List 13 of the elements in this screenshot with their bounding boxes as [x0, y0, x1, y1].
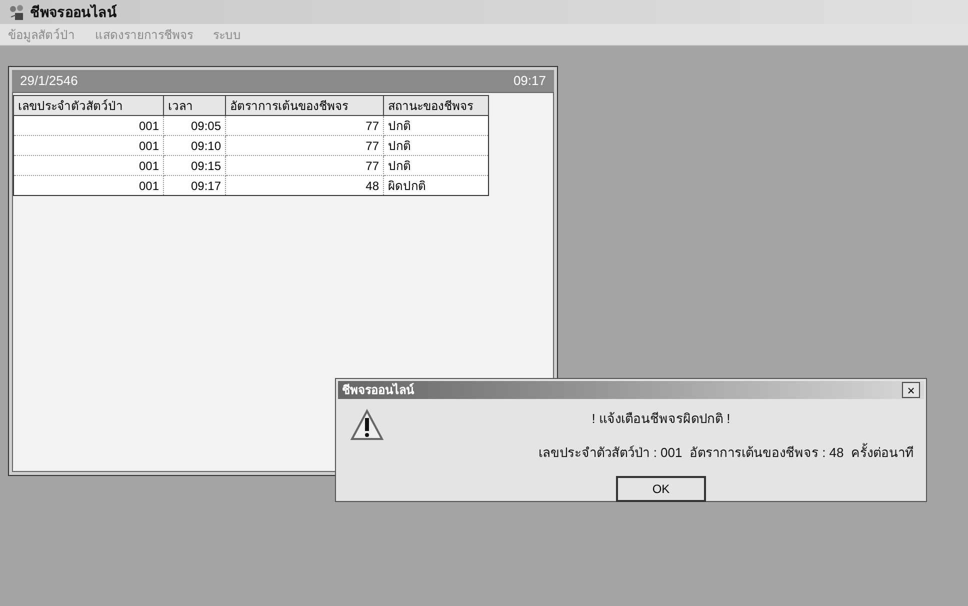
- ok-button[interactable]: OK: [616, 476, 706, 502]
- column-header[interactable]: สถานะของชีพจร: [384, 96, 488, 116]
- time-text: 09:17: [513, 72, 546, 90]
- alert-message: เลขประจำตัวสัตว์ป่า : 001 อัตราการเต้นของชีพจร : 48 ครั้งต่อนาที: [538, 442, 915, 462]
- warning-icon: [350, 409, 384, 441]
- close-button[interactable]: ×: [902, 382, 920, 398]
- column-header[interactable]: เลขประจำตัวสัตว์ป่า: [14, 96, 164, 116]
- dialog-title: ชีพจรออนไลน์: [342, 382, 414, 399]
- date-text: 29/1/2546: [20, 72, 78, 90]
- column-header[interactable]: อัตราการเต้นของชีพจร: [226, 96, 384, 116]
- alert-heading: ! แจ้งเตือนชีพจรผิดปกติ !: [592, 410, 730, 428]
- window-title: ชีพจรออนไลน์: [30, 2, 117, 22]
- column-header[interactable]: เวลา: [164, 96, 226, 116]
